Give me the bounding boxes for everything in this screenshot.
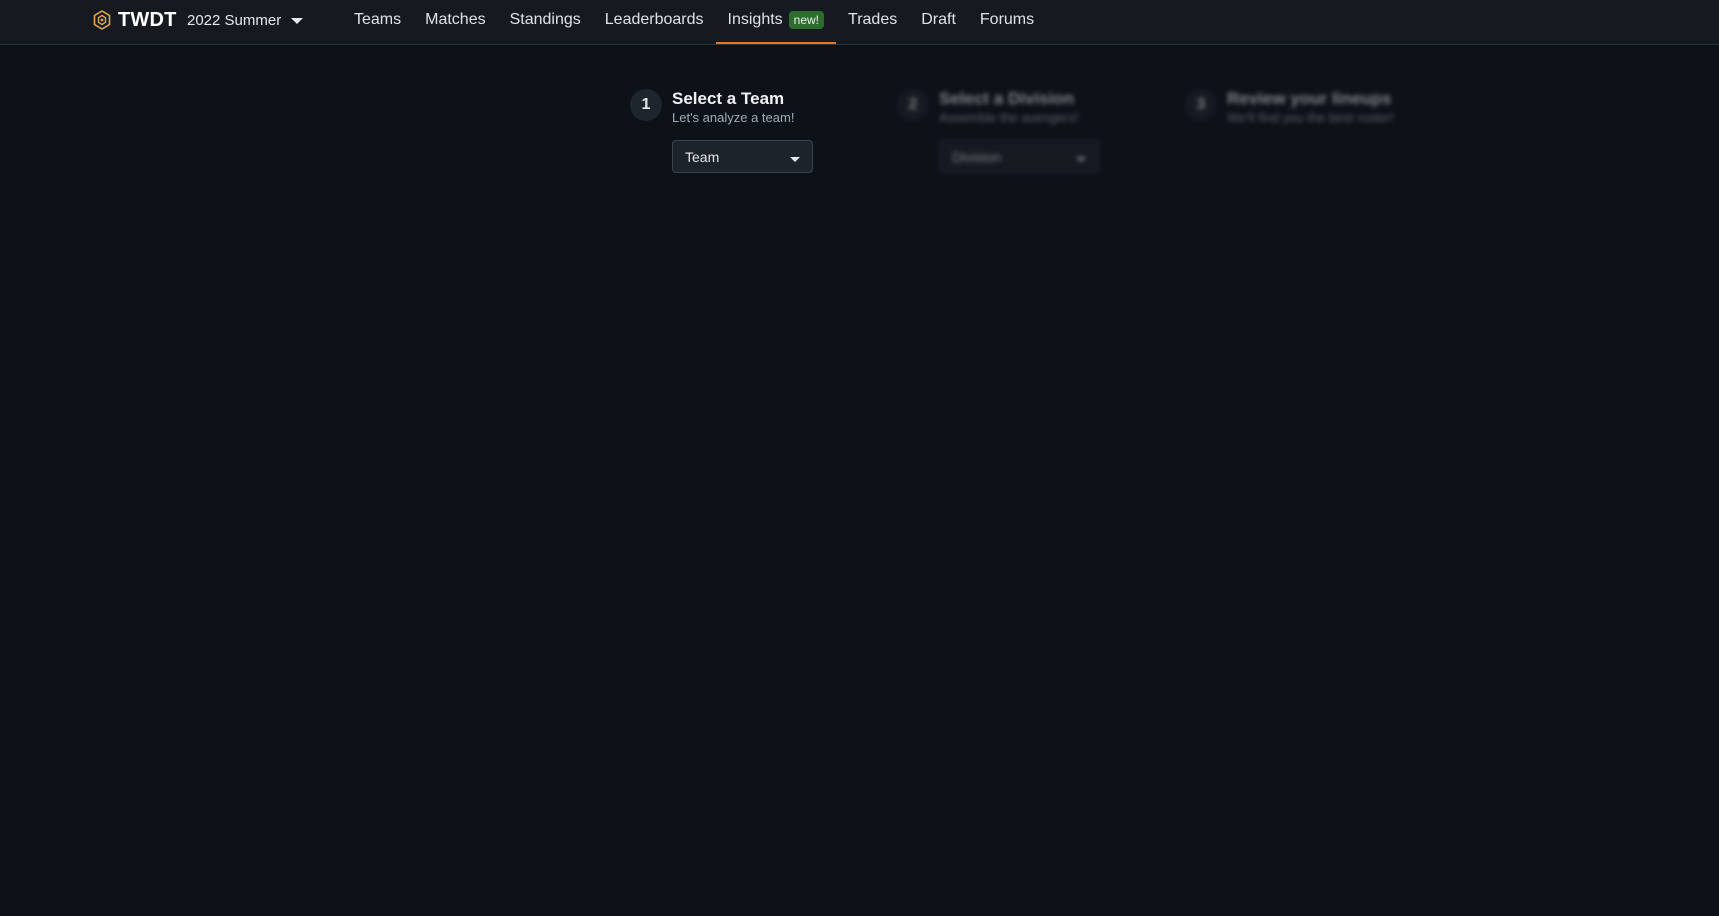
brand[interactable]: TWDT bbox=[92, 0, 177, 40]
brand-name: TWDT bbox=[118, 8, 177, 31]
nav-item-matches[interactable]: Matches bbox=[413, 0, 497, 40]
nav-item-label: Forums bbox=[979, 11, 1035, 28]
nav-item-label: Leaderboards bbox=[604, 11, 704, 28]
logo-icon bbox=[92, 9, 112, 31]
step-title: Select a Team bbox=[672, 89, 785, 108]
nav-item-standings[interactable]: Standings bbox=[498, 0, 593, 40]
step-number: 1 bbox=[630, 89, 662, 121]
nav-item-label: Insights bbox=[727, 11, 783, 28]
chevron-down-icon bbox=[291, 18, 304, 24]
nav-item-trades[interactable]: Trades bbox=[836, 0, 909, 40]
nav-item-label: Trades bbox=[848, 11, 898, 28]
step-number: 2 bbox=[897, 89, 929, 121]
team-select[interactable]: Team bbox=[672, 140, 813, 173]
team-select-value: Team bbox=[685, 148, 720, 165]
nav-item-label: Matches bbox=[425, 11, 486, 28]
step-select-division: 2 Select a Division Assemble the avenger… bbox=[897, 88, 1078, 125]
step-review-lineups: 3 Review your lineups We'll find you the… bbox=[1185, 88, 1394, 125]
nav-item-draft[interactable]: Draft bbox=[909, 0, 968, 40]
nav-item-teams[interactable]: Teams bbox=[342, 0, 413, 40]
division-select: Division bbox=[939, 140, 1099, 173]
top-navbar: TWDT 2022 Summer Teams Matches Standings… bbox=[0, 0, 1719, 45]
step-subtitle: We'll find you the best roster! bbox=[1227, 110, 1394, 125]
nav-item-forums[interactable]: Forums bbox=[968, 0, 1046, 40]
chevron-down-icon bbox=[1076, 157, 1086, 162]
step-subtitle: Let's analyze a team! bbox=[672, 110, 795, 125]
new-badge: new! bbox=[788, 11, 825, 29]
nav-item-insights[interactable]: Insights new! bbox=[715, 0, 837, 44]
nav-item-label: Teams bbox=[354, 11, 402, 28]
chevron-down-icon bbox=[790, 157, 800, 162]
division-select-value: Division bbox=[952, 148, 1002, 165]
nav-item-label: Draft bbox=[921, 11, 956, 28]
nav-item-leaderboards[interactable]: Leaderboards bbox=[593, 0, 716, 40]
step-select-team: 1 Select a Team Let's analyze a team! bbox=[630, 88, 794, 125]
step-title: Review your lineups bbox=[1227, 89, 1392, 108]
main-nav: Teams Matches Standings Leaderboards Ins… bbox=[342, 0, 1046, 45]
step-title: Select a Division bbox=[939, 89, 1075, 108]
step-subtitle: Assemble the avengers! bbox=[939, 110, 1079, 125]
nav-item-label: Standings bbox=[509, 11, 581, 28]
season-label: 2022 Summer bbox=[187, 11, 282, 29]
step-number: 3 bbox=[1185, 89, 1217, 121]
season-dropdown[interactable]: 2022 Summer bbox=[187, 0, 304, 40]
